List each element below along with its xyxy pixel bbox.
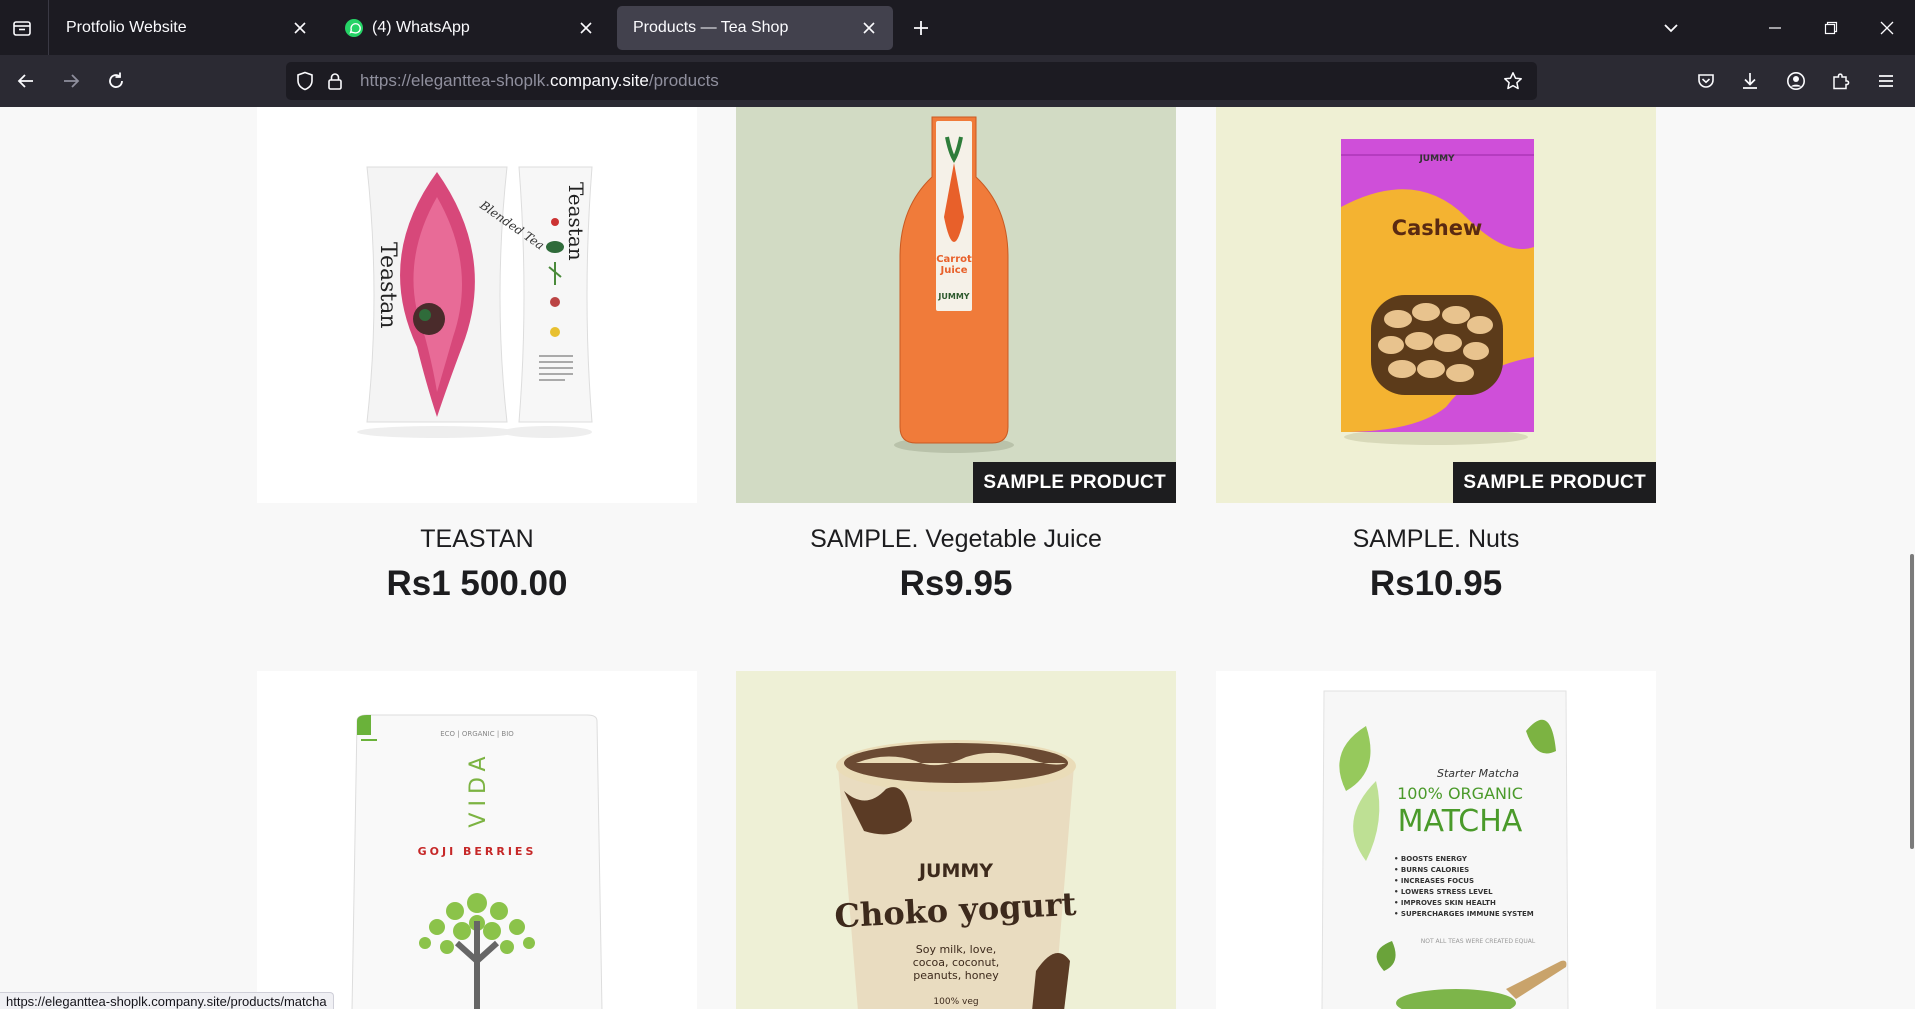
account-button[interactable]	[1780, 65, 1812, 97]
url-path: /products	[648, 71, 719, 90]
restore-icon	[1824, 21, 1838, 34]
tab-bar: Protfolio Website (4) WhatsApp Products …	[0, 0, 1915, 55]
close-tab-icon[interactable]	[288, 16, 312, 40]
tab-list-icon	[13, 20, 31, 36]
restore-button[interactable]	[1808, 0, 1854, 55]
minimize-button[interactable]	[1752, 0, 1798, 55]
tab-portfolio[interactable]: Protfolio Website	[50, 6, 324, 50]
tab-title: (4) WhatsApp	[372, 19, 470, 36]
url-subdomain: eleganttea-shoplk.	[411, 71, 550, 90]
svg-text:JUMMY: JUMMY	[1418, 154, 1455, 164]
vida-goji-bag-image: ECO | ORGANIC | BIO VIDA GOJI BERRIES	[351, 714, 603, 1009]
status-link-preview: https://eleganttea-shoplk.company.site/p…	[0, 992, 334, 1009]
pocket-button[interactable]	[1690, 65, 1722, 97]
hamburger-menu-icon	[1879, 75, 1893, 87]
tab-list-button[interactable]	[0, 0, 44, 55]
plus-icon	[914, 21, 928, 35]
close-icon	[1880, 21, 1894, 34]
product-image[interactable]: ECO | ORGANIC | BIO VIDA GOJI BERRIES	[257, 671, 697, 1009]
svg-text:Juice: Juice	[940, 265, 968, 276]
menu-button[interactable]	[1870, 65, 1902, 97]
product-name[interactable]: TEASTAN	[257, 525, 697, 554]
svg-text:• BOOSTS ENERGY: • BOOSTS ENERGY	[1394, 855, 1468, 863]
svg-text:cocoa, coconut,: cocoa, coconut,	[913, 956, 1000, 969]
sample-product-badge: SAMPLE PRODUCT	[973, 462, 1176, 503]
tab-title: Products — Tea Shop	[633, 19, 789, 36]
account-icon	[1787, 72, 1805, 90]
svg-text:Teastan: Teastan	[564, 182, 588, 261]
yogurt-cup-image: JUMMY Choko yogurt Soy milk, love, cocoa…	[736, 671, 1176, 1009]
downloads-button[interactable]	[1734, 65, 1766, 97]
svg-text:ECO | ORGANIC | BIO: ECO | ORGANIC | BIO	[440, 730, 514, 738]
svg-text:Teastan: Teastan	[375, 242, 400, 329]
new-tab-button[interactable]	[906, 13, 936, 43]
close-window-button[interactable]	[1864, 0, 1910, 55]
product-image[interactable]: Teastan Teastan Blended Tea	[257, 107, 697, 503]
product-price: Rs9.95	[899, 564, 1013, 603]
cashew-bag-image: JUMMY Cashew	[1216, 107, 1656, 503]
svg-text:• LOWERS STRESS LEVEL: • LOWERS STRESS LEVEL	[1394, 888, 1493, 896]
list-all-tabs-button[interactable]	[1648, 0, 1694, 55]
tab-whatsapp[interactable]: (4) WhatsApp	[330, 6, 610, 50]
product-image[interactable]: JUMMY Cashew SAMPLE PRODUCT	[1216, 107, 1656, 503]
tab-separator	[48, 0, 49, 55]
close-tab-icon[interactable]	[574, 16, 598, 40]
svg-text:Cashew: Cashew	[1392, 216, 1483, 240]
pocket-icon	[1698, 74, 1714, 88]
page-content: Teastan Teastan Blended Tea TEASTAN Rs1 …	[0, 107, 1915, 1009]
url-host: company.site	[549, 71, 649, 90]
puzzle-icon	[1833, 73, 1850, 90]
product-name[interactable]: SAMPLE. Nuts	[1216, 525, 1656, 554]
minimize-icon	[1769, 26, 1781, 29]
svg-text:• INCREASES FOCUS: • INCREASES FOCUS	[1394, 877, 1474, 885]
arrow-right-icon	[64, 74, 80, 88]
back-button[interactable]	[10, 65, 42, 97]
product-price: Rs10.95	[1369, 564, 1503, 603]
navigation-toolbar: https://eleganttea-shoplk.company.site/p…	[0, 55, 1915, 107]
tab-products[interactable]: Products — Tea Shop	[617, 6, 893, 50]
url-scheme: https://	[360, 71, 412, 90]
svg-text:• IMPROVES SKIN HEALTH: • IMPROVES SKIN HEALTH	[1394, 899, 1496, 907]
product-name[interactable]: SAMPLE. Vegetable Juice	[736, 525, 1176, 554]
svg-text:GOJI BERRIES: GOJI BERRIES	[418, 845, 537, 858]
reload-button[interactable]	[100, 65, 132, 97]
product-image[interactable]: JUMMY Choko yogurt Soy milk, love, cocoa…	[736, 671, 1176, 1009]
svg-text:Soy milk, love,: Soy milk, love,	[916, 943, 996, 956]
svg-text:• BURNS CALORIES: • BURNS CALORIES	[1394, 866, 1469, 874]
svg-text:JUMMY: JUMMY	[917, 860, 993, 882]
svg-text:100% ORGANIC: 100% ORGANIC	[1397, 784, 1523, 803]
forward-button[interactable]	[55, 65, 87, 97]
address-bar[interactable]: https://eleganttea-shoplk.company.site/p…	[286, 62, 1537, 100]
svg-text:MATCHA: MATCHA	[1398, 804, 1523, 839]
svg-text:100% veg: 100% veg	[933, 997, 978, 1007]
chevron-down-icon	[1664, 23, 1678, 32]
reload-icon	[109, 72, 123, 88]
product-image[interactable]: Carrot Juice JUMMY SAMPLE PRODUCT	[736, 107, 1176, 503]
download-icon	[1743, 73, 1757, 89]
arrow-left-icon	[17, 74, 33, 88]
svg-text:NOT ALL TEAS WERE CREATED EQUA: NOT ALL TEAS WERE CREATED EQUAL	[1421, 938, 1536, 945]
svg-text:Starter Matcha: Starter Matcha	[1437, 767, 1519, 780]
svg-text:Carrot: Carrot	[936, 254, 972, 265]
shield-icon[interactable]	[290, 62, 320, 100]
url-text[interactable]: https://eleganttea-shoplk.company.site/p…	[360, 71, 719, 91]
product-image[interactable]: Starter Matcha 100% ORGANIC MATCHA • BOO…	[1216, 671, 1656, 1009]
scrollbar-thumb[interactable]	[1910, 554, 1914, 849]
teastan-box-image: Teastan Teastan Blended Tea	[357, 166, 593, 438]
svg-text:• SUPERCHARGES IMMUNE SYSTEM: • SUPERCHARGES IMMUNE SYSTEM	[1394, 910, 1534, 918]
svg-text:peanuts, honey: peanuts, honey	[913, 969, 999, 982]
matcha-bag-image: Starter Matcha 100% ORGANIC MATCHA • BOO…	[1321, 690, 1569, 1009]
product-price: Rs1 500.00	[386, 564, 568, 603]
whatsapp-icon	[344, 18, 364, 38]
extensions-button[interactable]	[1825, 65, 1857, 97]
juice-bottle-image: Carrot Juice JUMMY	[736, 107, 1176, 503]
tab-title: Protfolio Website	[66, 19, 187, 36]
svg-text:VIDA: VIDA	[466, 750, 491, 827]
bookmark-star-icon[interactable]	[1497, 65, 1529, 97]
sample-product-badge: SAMPLE PRODUCT	[1453, 462, 1656, 503]
svg-text:JUMMY: JUMMY	[937, 292, 969, 301]
close-tab-icon[interactable]	[857, 16, 881, 40]
lock-icon[interactable]	[320, 62, 350, 100]
